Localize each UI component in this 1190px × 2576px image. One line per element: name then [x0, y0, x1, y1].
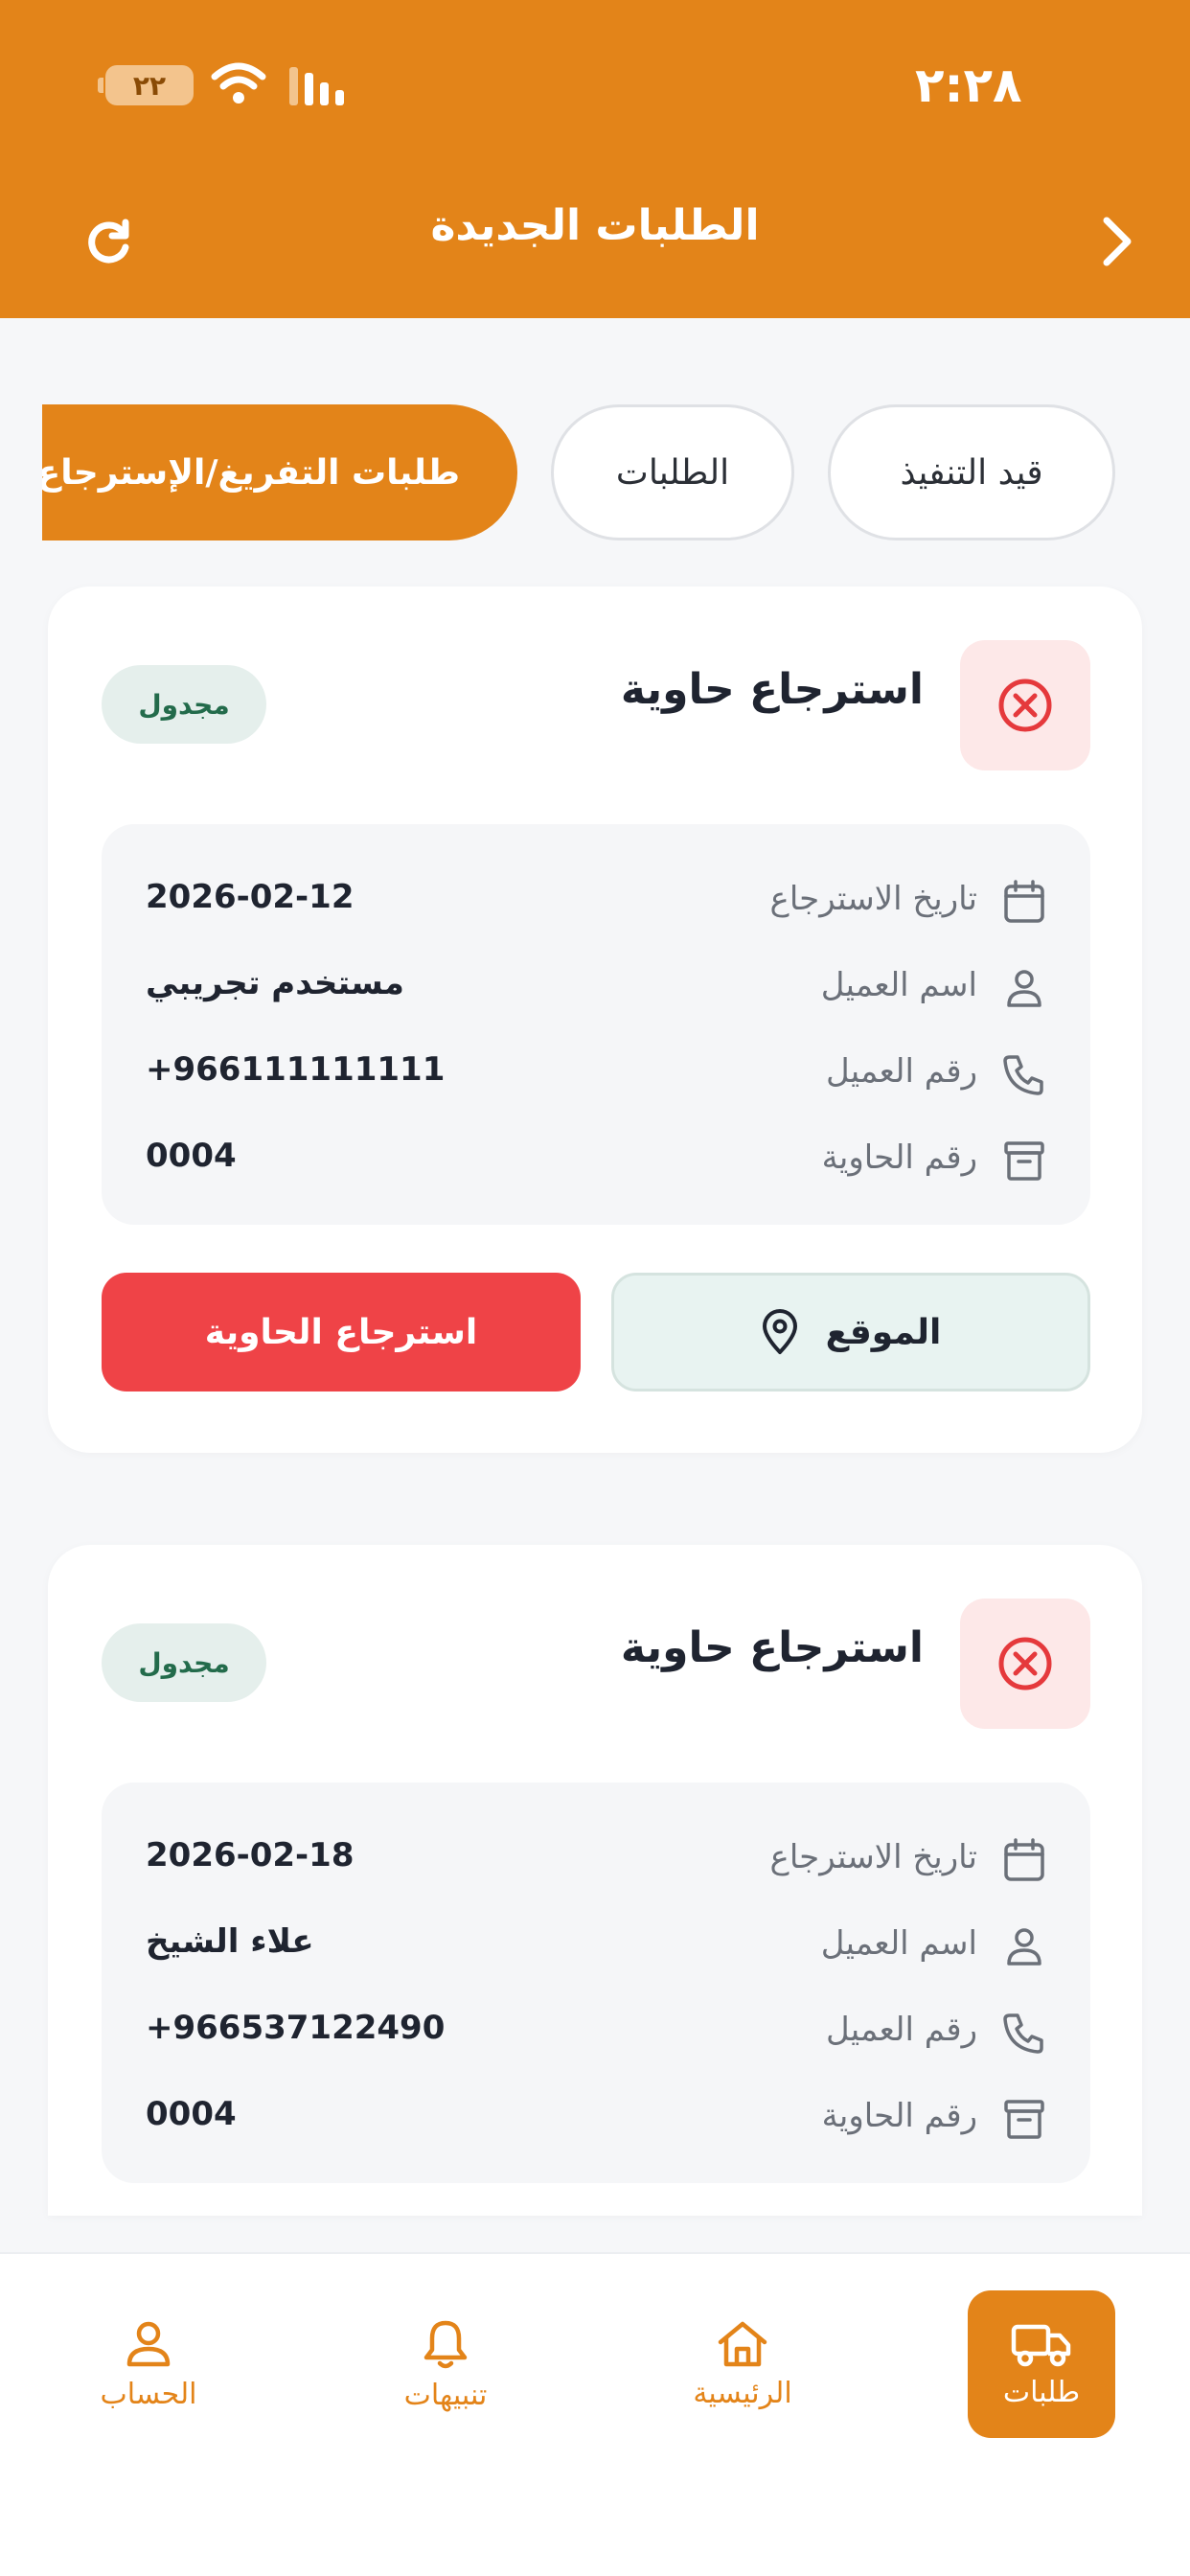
- archive-box-icon: [1004, 1141, 1044, 1181]
- detail-row-container-number: رقم الحاوية 0004: [102, 1131, 1090, 1188]
- order-type-icon-box: [960, 640, 1090, 770]
- detail-label: رقم العميل: [826, 1052, 977, 1091]
- filter-tabs: قيد التنفيذ الطلبات طلبات التفريغ/الإستر…: [0, 404, 1190, 540]
- status-badge: مجدول: [102, 1623, 266, 1702]
- signal-icon: [289, 67, 344, 105]
- refresh-button[interactable]: [80, 215, 136, 270]
- detail-value: +966537122490: [146, 2009, 446, 2047]
- battery-icon: ٢٢: [98, 65, 194, 105]
- retrieve-container-button[interactable]: استرجاع الحاوية: [102, 1273, 581, 1392]
- user-icon: [126, 2321, 171, 2366]
- calendar-icon: [1004, 1838, 1044, 1881]
- status-badge: مجدول: [102, 665, 266, 744]
- detail-label: رقم الحاوية: [821, 1138, 977, 1177]
- detail-label: رقم العميل: [826, 2011, 977, 2049]
- calendar-icon: [1004, 880, 1044, 923]
- app-header: ٢٢ ٢:٢٨ الطلبات الجديدة: [0, 0, 1190, 318]
- detail-value: 0004: [146, 2095, 237, 2133]
- detail-row-customer-phone: رقم العميل +966111111111: [102, 1045, 1090, 1102]
- detail-value: مستخدم تجريبي: [146, 964, 404, 1002]
- detail-label: اسم العميل: [820, 1924, 977, 1963]
- wifi-icon: [211, 62, 266, 104]
- location-button-label: الموقع: [825, 1312, 942, 1352]
- bottom-nav: طلبات الرئيسية تنبيهات الحساب: [0, 2252, 1190, 2576]
- nav-label: تنبيهات: [403, 2378, 488, 2412]
- detail-value: 2026-02-18: [146, 1836, 355, 1874]
- tab-orders[interactable]: الطلبات: [551, 404, 794, 540]
- truck-icon: [1011, 2324, 1071, 2366]
- detail-label: اسم العميل: [820, 966, 977, 1004]
- detail-row-date: تاريخ الاسترجاع 2026-02-12: [102, 872, 1090, 930]
- nav-label: الرئيسية: [693, 2376, 792, 2410]
- detail-value: +966111111111: [146, 1050, 446, 1089]
- detail-label: رقم الحاوية: [821, 2097, 977, 2135]
- nav-item-alerts[interactable]: تنبيهات: [372, 2290, 519, 2438]
- order-card: استرجاع حاوية مجدول تاريخ الاسترجاع 2026…: [48, 586, 1142, 1453]
- page-title: الطلبات الجديدة: [430, 201, 760, 250]
- detail-value: علاء الشيخ: [146, 1922, 314, 1961]
- archive-box-icon: [1004, 2100, 1044, 2139]
- detail-row-container-number: رقم الحاوية 0004: [102, 2089, 1090, 2147]
- order-card: استرجاع حاوية مجدول تاريخ الاسترجاع 2026…: [48, 1545, 1142, 2216]
- nav-item-orders[interactable]: طلبات: [968, 2290, 1115, 2438]
- order-details: تاريخ الاسترجاع 2026-02-12 اسم العميل مس…: [102, 824, 1090, 1225]
- detail-row-customer-name: اسم العميل مستخدم تجريبي: [102, 958, 1090, 1016]
- map-pin-icon: [762, 1309, 797, 1354]
- nav-label: طلبات: [1002, 2375, 1081, 2409]
- detail-value: 2026-02-12: [146, 878, 355, 916]
- battery-level: ٢٢: [132, 69, 167, 102]
- order-type-icon-box: [960, 1598, 1090, 1729]
- order-title: استرجاع حاوية: [620, 665, 924, 714]
- tab-unload-returns[interactable]: طلبات التفريغ/الإسترجاع: [42, 404, 517, 540]
- detail-row-customer-name: اسم العميل علاء الشيخ: [102, 1917, 1090, 1974]
- status-time: ٢:٢٨: [915, 58, 1022, 113]
- refresh-icon: [88, 218, 129, 264]
- cancel-circle-icon: [998, 1637, 1052, 1690]
- detail-row-customer-phone: رقم العميل +966537122490: [102, 2003, 1090, 2060]
- detail-value: 0004: [146, 1137, 237, 1175]
- home-icon: [718, 2321, 767, 2366]
- detail-row-date: تاريخ الاسترجاع 2026-02-18: [102, 1830, 1090, 1888]
- status-bar: ٢٢ ٢:٢٨: [0, 0, 1190, 172]
- detail-label: تاريخ الاسترجاع: [769, 1838, 977, 1876]
- nav-label: الحساب: [100, 2377, 197, 2411]
- bell-icon: [423, 2320, 468, 2368]
- phone-icon: [1003, 2013, 1043, 2054]
- nav-item-home[interactable]: الرئيسية: [669, 2290, 816, 2438]
- nav-item-account[interactable]: الحساب: [75, 2290, 222, 2438]
- tab-in-progress[interactable]: قيد التنفيذ: [828, 404, 1115, 540]
- phone-icon: [1003, 1055, 1043, 1095]
- cancel-circle-icon: [998, 678, 1052, 732]
- detail-label: تاريخ الاسترجاع: [769, 880, 977, 918]
- order-title: استرجاع حاوية: [620, 1623, 924, 1672]
- user-icon: [1007, 970, 1041, 1007]
- user-icon: [1007, 1928, 1041, 1966]
- location-button[interactable]: الموقع: [611, 1273, 1090, 1392]
- order-details: تاريخ الاسترجاع 2026-02-18 اسم العميل عل…: [102, 1782, 1090, 2183]
